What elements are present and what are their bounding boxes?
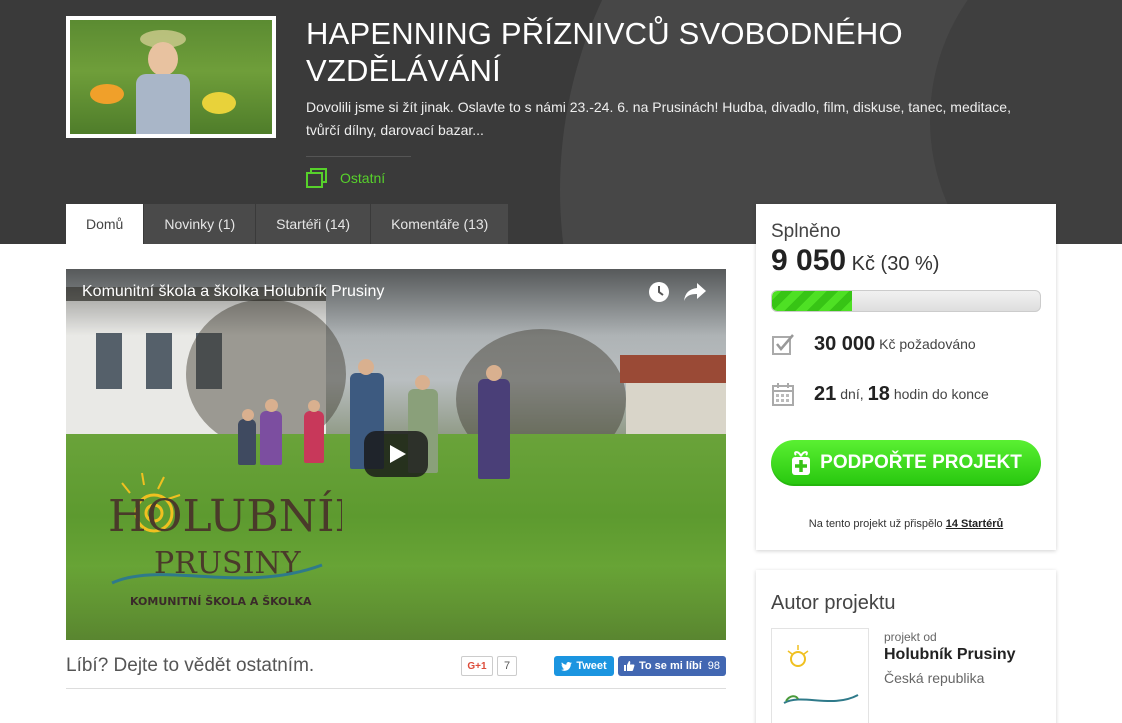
author-prefix: projekt od: [884, 630, 937, 644]
logo-text-main: HOLUBNÍK: [108, 489, 342, 542]
social-divider: [66, 688, 726, 689]
tweet-label: Tweet: [576, 660, 607, 672]
tab-home[interactable]: Domů: [66, 204, 145, 244]
author-logo[interactable]: [771, 628, 869, 723]
project-title: HAPENNING PŘÍZNIVCŮ SVOBODNÉHO VZDĚLÁVÁN…: [306, 16, 903, 88]
facebook-like-count: 98: [707, 660, 721, 672]
time-left-row: 21 dní, 18 hodin do konce: [771, 382, 989, 406]
logo-text-tagline: KOMUNITNÍ ŠKOLA A ŠKOLKA: [130, 595, 312, 608]
funded-amount-value: 9 050: [771, 244, 847, 277]
support-button-label: PODPOŘTE PROJEKT: [820, 452, 1022, 473]
hours-left: 18: [867, 382, 890, 405]
category-divider: [306, 156, 411, 157]
project-tabs: Domů Novinky (1) Startéři (14) Komentáře…: [66, 204, 510, 244]
tweet-button[interactable]: Tweet: [554, 656, 614, 676]
watch-later-icon[interactable]: [648, 281, 670, 303]
days-left: 21: [814, 382, 837, 405]
holubnik-logo-icon: [783, 645, 859, 704]
share-icon[interactable]: [683, 282, 707, 302]
tab-comments[interactable]: Komentáře (13): [371, 204, 510, 244]
video-title[interactable]: Komunitní škola a školka Holubník Prusin…: [82, 283, 384, 301]
author-panel: Autor projektu projekt od Holubník Prusi…: [756, 570, 1056, 723]
starters-link[interactable]: 14 Startérů: [946, 518, 1003, 530]
category-link[interactable]: Ostatní: [306, 166, 385, 190]
funded-currency: Kč: [851, 253, 875, 275]
support-project-button[interactable]: PODPOŘTE PROJEKT: [771, 440, 1041, 486]
checkbox-icon: [772, 334, 794, 355]
gift-plus-icon: [792, 451, 811, 475]
play-button[interactable]: [364, 431, 428, 477]
holubnik-logo-overlay: HOLUBNÍK PRUSINY KOMUNITNÍ ŠKOLA A ŠKOLK…: [108, 472, 342, 608]
thumbs-up-icon: [624, 661, 635, 671]
tab-starters[interactable]: Startéři (14): [256, 204, 372, 244]
like-prompt: Líbí? Dejte to vědět ostatním.: [66, 655, 315, 676]
starters-prefix: Na tento projekt už přispělo: [808, 518, 943, 530]
goal-label: Kč požadováno: [879, 336, 976, 352]
hours-label: hodin do konce: [893, 386, 989, 402]
google-plus-button[interactable]: G+1: [461, 656, 493, 676]
starters-note: Na tento projekt už přispělo 14 Startérů: [756, 518, 1056, 530]
video-player[interactable]: Komunitní škola a školka Holubník Prusin…: [66, 269, 726, 640]
funded-amount: 9 050 Kč (30 %): [771, 244, 939, 278]
funded-percent: (30 %): [880, 253, 940, 275]
project-thumbnail: [66, 16, 276, 138]
google-plus-count: 7: [497, 656, 517, 676]
twitter-bird-icon: [561, 661, 573, 671]
author-country: Česká republika: [884, 670, 985, 686]
funding-progress-fill: [772, 291, 853, 311]
category-icon: [306, 168, 327, 188]
author-heading: Autor projektu: [771, 592, 896, 614]
project-description: Dovolili jsme si žít jinak. Oslavte to s…: [306, 99, 1011, 138]
facebook-like-button[interactable]: To se mi líbí 98: [618, 656, 726, 676]
goal-row: 30 000 Kč požadováno: [771, 332, 976, 356]
days-label: dní,: [840, 386, 864, 402]
project-photo: [70, 20, 272, 134]
funding-progress-bar: [771, 290, 1041, 312]
facebook-like-label: To se mi líbí: [639, 660, 702, 672]
goal-amount: 30 000: [814, 332, 876, 355]
calendar-icon: [772, 383, 794, 406]
funding-panel: Splněno 9 050 Kč (30 %) 30 000 Kč požado…: [756, 204, 1056, 550]
tab-news[interactable]: Novinky (1): [144, 204, 257, 244]
author-name[interactable]: Holubník Prusiny: [884, 646, 1016, 664]
funded-label: Splněno: [771, 221, 841, 242]
category-label: Ostatní: [340, 170, 386, 186]
